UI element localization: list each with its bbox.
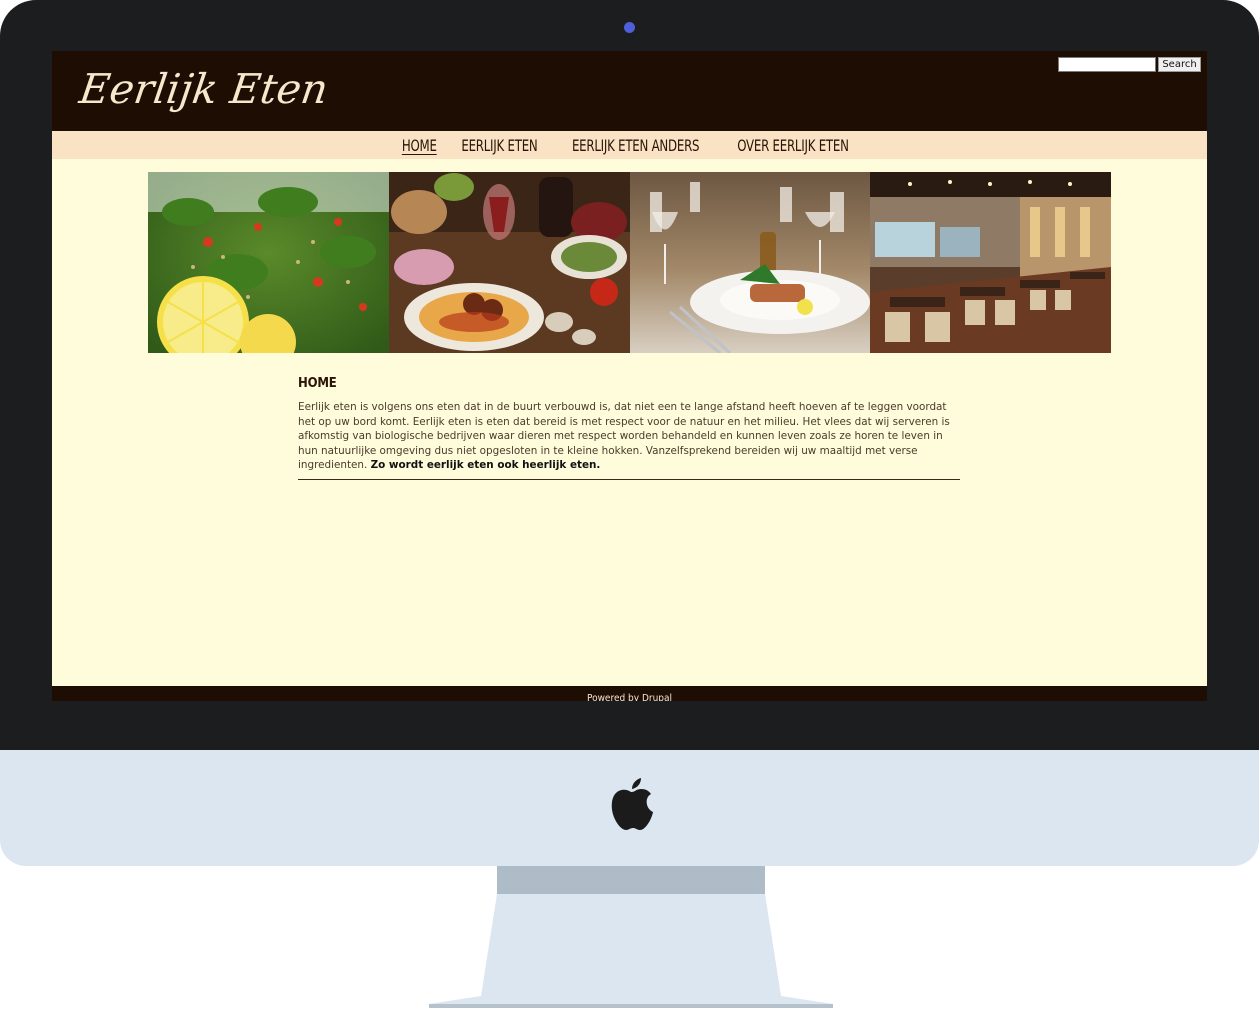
plated-dish-photo bbox=[629, 172, 871, 353]
nav-item-home[interactable]: HOME bbox=[402, 136, 437, 155]
apple-logo-icon bbox=[611, 778, 653, 830]
content-divider bbox=[298, 478, 960, 480]
salad-photo bbox=[148, 172, 389, 353]
site-header: Eerlijk Eten Search bbox=[52, 51, 1207, 131]
page-body: Eerlijk eten is volgens ons eten dat in … bbox=[298, 400, 960, 473]
browser-screen: Eerlijk Eten Search HOME EERLIJK ETEN EE… bbox=[52, 51, 1207, 701]
footer-text[interactable]: Powered by Drupal bbox=[587, 693, 672, 701]
nav-item-eerlijk-eten[interactable]: EERLIJK ETEN bbox=[461, 136, 537, 155]
nav-item-over-eerlijk-eten[interactable]: OVER EERLIJK ETEN bbox=[737, 136, 849, 155]
monitor-neck bbox=[497, 866, 765, 895]
page-body-bold: Zo wordt eerlijk eten ook heerlijk eten. bbox=[370, 459, 601, 471]
search-input[interactable] bbox=[1058, 57, 1156, 72]
restaurant-interior-photo bbox=[870, 172, 1111, 353]
page-title: HOME bbox=[298, 376, 337, 391]
site-logo[interactable]: Eerlijk Eten bbox=[77, 65, 331, 113]
site-footer: Powered by Drupal bbox=[52, 686, 1207, 701]
main-content: HOME Eerlijk eten is volgens ons eten da… bbox=[298, 376, 960, 480]
camera-icon bbox=[624, 22, 635, 33]
monitor-chin bbox=[0, 750, 1259, 866]
main-nav: HOME EERLIJK ETEN EERLIJK ETEN ANDERS OV… bbox=[52, 131, 1207, 159]
banner-images bbox=[148, 172, 1111, 353]
search-button[interactable]: Search bbox=[1158, 57, 1201, 72]
monitor-stand bbox=[429, 894, 833, 1008]
italian-food-photo bbox=[388, 172, 630, 353]
nav-item-eerlijk-eten-anders[interactable]: EERLIJK ETEN ANDERS bbox=[572, 136, 700, 155]
